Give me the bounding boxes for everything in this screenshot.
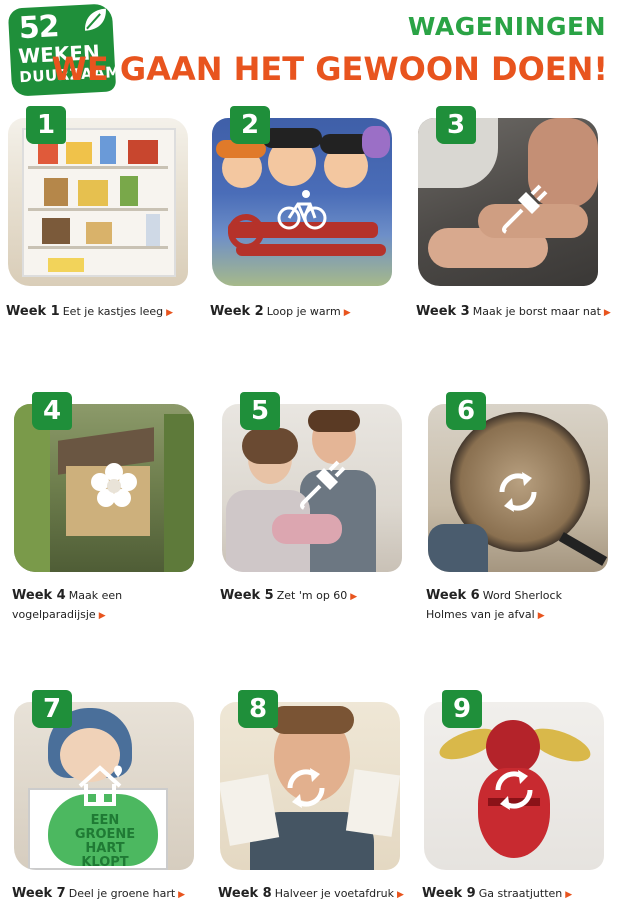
week-6-caption[interactable]: Week 6 Word Sherlock Holmes van je afval ▶ bbox=[426, 586, 586, 626]
week-8-label: Week 8 bbox=[218, 886, 272, 901]
week-2-badge: 2 bbox=[230, 106, 270, 144]
logo-number: 52 bbox=[17, 9, 60, 47]
play-arrow-icon: ▶ bbox=[565, 890, 573, 900]
week-1-text: Eet je kastjes leeg bbox=[62, 305, 164, 318]
week-4-badge: 4 bbox=[32, 392, 72, 430]
bicycle-icon bbox=[277, 190, 327, 230]
week-4-label: Week 4 bbox=[12, 588, 66, 603]
flower-icon bbox=[91, 463, 137, 507]
week-7-text: Deel je groene hart bbox=[68, 887, 176, 900]
plug-icon bbox=[300, 460, 346, 510]
week-8-caption[interactable]: Week 8 Halveer je voetafdruk ▶ bbox=[218, 884, 418, 905]
leaf-icon bbox=[85, 8, 106, 31]
week-7-badge: 7 bbox=[32, 690, 72, 728]
week-4-caption[interactable]: Week 4 Maak een vogelparadijsje ▶ bbox=[12, 586, 162, 626]
week-5-text: Zet 'm op 60 bbox=[276, 589, 348, 602]
play-arrow-icon: ▶ bbox=[98, 611, 106, 621]
week-3-text: Maak je borst maar nat bbox=[472, 305, 601, 318]
week-6-badge: 6 bbox=[446, 392, 486, 430]
recycle-icon bbox=[287, 768, 325, 808]
recycle-icon bbox=[495, 770, 533, 810]
week-1-label: Week 1 bbox=[6, 304, 60, 319]
week-5-badge: 5 bbox=[240, 392, 280, 430]
play-arrow-icon: ▶ bbox=[396, 890, 404, 900]
play-arrow-icon: ▶ bbox=[603, 308, 611, 318]
week-2-text: Loop je warm bbox=[266, 305, 341, 318]
city-title: WAGENINGEN bbox=[407, 12, 606, 41]
week-9-label: Week 9 bbox=[422, 886, 476, 901]
week-2-caption[interactable]: Week 2 Loop je warm ▶ bbox=[210, 302, 410, 323]
week-1-caption[interactable]: Week 1 Eet je kastjes leeg ▶ bbox=[6, 302, 206, 323]
week-2-label: Week 2 bbox=[210, 304, 264, 319]
week-6-label: Week 6 bbox=[426, 588, 480, 603]
recycle-icon bbox=[499, 472, 537, 512]
week-3-badge: 3 bbox=[436, 106, 476, 144]
week-8-badge: 8 bbox=[238, 690, 278, 728]
house-heart-icon bbox=[78, 765, 122, 806]
play-arrow-icon: ▶ bbox=[178, 890, 186, 900]
week-8-text: Halveer je voetafdruk bbox=[274, 887, 394, 900]
week-9-badge: 9 bbox=[442, 690, 482, 728]
week-3-label: Week 3 bbox=[416, 304, 470, 319]
tagline: WE GAAN HET GEWOON DOEN! bbox=[51, 50, 608, 88]
week-9-text: Ga straatjutten bbox=[478, 887, 563, 900]
week-1-badge: 1 bbox=[26, 106, 66, 144]
week-7-caption[interactable]: Week 7 Deel je groene hart ▶ bbox=[12, 884, 212, 905]
play-arrow-icon: ▶ bbox=[166, 308, 174, 318]
week-7-label: Week 7 bbox=[12, 886, 66, 901]
plug-icon bbox=[502, 184, 548, 234]
play-arrow-icon: ▶ bbox=[343, 308, 351, 318]
sign-text: EEN GROENE HART KLOPT bbox=[74, 813, 136, 870]
play-arrow-icon: ▶ bbox=[537, 611, 545, 621]
week-3-caption[interactable]: Week 3 Maak je borst maar nat ▶ bbox=[416, 302, 616, 323]
week-9-caption[interactable]: Week 9 Ga straatjutten ▶ bbox=[422, 884, 622, 905]
week-5-caption[interactable]: Week 5 Zet 'm op 60 ▶ bbox=[220, 586, 420, 607]
play-arrow-icon: ▶ bbox=[350, 592, 358, 602]
week-5-label: Week 5 bbox=[220, 588, 274, 603]
